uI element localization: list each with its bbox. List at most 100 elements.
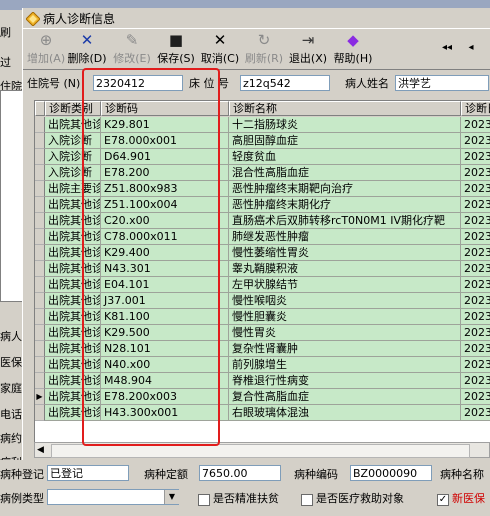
- row-indicator[interactable]: [35, 133, 45, 149]
- cell-diagnosis-code[interactable]: Z51.100x004: [101, 197, 229, 213]
- table-row[interactable]: 出院其他诊J37.001慢性喉咽炎2023.: [35, 293, 490, 309]
- cell-diagnosis-category[interactable]: 出院主要诊: [45, 181, 101, 197]
- row-indicator[interactable]: [35, 213, 45, 229]
- horizontal-scrollbar[interactable]: ◀: [34, 442, 490, 458]
- cell-diagnosis-code[interactable]: K29.500: [101, 325, 229, 341]
- cell-diagnosis-date[interactable]: 2023.: [461, 229, 490, 245]
- cell-diagnosis-date[interactable]: 2023.: [461, 197, 490, 213]
- cell-diagnosis-category[interactable]: 出院其他诊: [45, 357, 101, 373]
- cell-diagnosis-date[interactable]: 2023.: [461, 261, 490, 277]
- row-indicator[interactable]: [35, 357, 45, 373]
- cell-diagnosis-name[interactable]: 慢性胃炎: [229, 325, 461, 341]
- table-row[interactable]: 出院其他诊C20.x00直肠癌术后双肺转移rcT0N0M1 IV期化疗靶2023…: [35, 213, 490, 229]
- cell-diagnosis-name[interactable]: 左甲状腺结节: [229, 277, 461, 293]
- row-indicator[interactable]: [35, 261, 45, 277]
- cell-diagnosis-date[interactable]: 2023.: [461, 165, 490, 181]
- table-row[interactable]: 出院其他诊K29.801十二指肠球炎2023.: [35, 117, 490, 133]
- row-indicator[interactable]: [35, 293, 45, 309]
- row-indicator[interactable]: [35, 181, 45, 197]
- cell-diagnosis-category[interactable]: 出院其他诊: [45, 277, 101, 293]
- table-row[interactable]: 出院其他诊Z51.100x004恶性肿瘤终末期化疗2023.: [35, 197, 490, 213]
- cell-diagnosis-name[interactable]: 肺继发恶性肿瘤: [229, 229, 461, 245]
- diagnosis-grid[interactable]: 诊断类别 诊断码 诊断名称 诊断日 出院其他诊K29.801十二指肠球炎2023…: [34, 100, 490, 444]
- disease-reg-field[interactable]: 已登记: [47, 465, 129, 481]
- row-indicator[interactable]: [35, 277, 45, 293]
- cell-diagnosis-category[interactable]: 出院其他诊: [45, 325, 101, 341]
- header-diagnosis-name[interactable]: 诊断名称: [229, 101, 461, 116]
- header-diagnosis-category[interactable]: 诊断类别: [45, 101, 101, 116]
- cell-diagnosis-name[interactable]: 慢性萎缩性胃炎: [229, 245, 461, 261]
- cell-diagnosis-date[interactable]: 2023.: [461, 181, 490, 197]
- cell-diagnosis-code[interactable]: K29.801: [101, 117, 229, 133]
- cell-diagnosis-category[interactable]: 出院其他诊: [45, 213, 101, 229]
- cell-diagnosis-code[interactable]: C78.000x011: [101, 229, 229, 245]
- case-type-select[interactable]: [47, 489, 179, 505]
- cell-diagnosis-code[interactable]: D64.901: [101, 149, 229, 165]
- cell-diagnosis-category[interactable]: 出院其他诊: [45, 405, 101, 421]
- edit-button[interactable]: ✎ 修改(E): [111, 31, 153, 67]
- row-indicator[interactable]: [35, 309, 45, 325]
- header-diagnosis-code[interactable]: 诊断码: [101, 101, 229, 116]
- cell-diagnosis-name[interactable]: 睾丸鞘膜积液: [229, 261, 461, 277]
- cancel-button[interactable]: ✕ 取消(C): [199, 31, 241, 67]
- table-row[interactable]: 出院主要诊Z51.800x983恶性肿瘤终末期靶向治疗2023.: [35, 181, 490, 197]
- table-row[interactable]: 出院其他诊K29.500慢性胃炎2023.: [35, 325, 490, 341]
- cell-diagnosis-name[interactable]: 右眼玻璃体混浊: [229, 405, 461, 421]
- cell-diagnosis-name[interactable]: 十二指肠球炎: [229, 117, 461, 133]
- cell-diagnosis-name[interactable]: 恶性肿瘤终末期化疗: [229, 197, 461, 213]
- first-record-button[interactable]: ◂◂: [437, 39, 457, 75]
- add-button[interactable]: ⊕ 增加(A): [27, 31, 65, 67]
- cell-diagnosis-date[interactable]: 2023.: [461, 277, 490, 293]
- cell-diagnosis-code[interactable]: E78.200: [101, 165, 229, 181]
- cell-diagnosis-category[interactable]: 入院诊断: [45, 149, 101, 165]
- refresh-button[interactable]: ↻ 刷新(R): [243, 31, 285, 67]
- table-row[interactable]: 出院其他诊K29.400慢性萎缩性胃炎2023.: [35, 245, 490, 261]
- cell-diagnosis-name[interactable]: 慢性胆囊炎: [229, 309, 461, 325]
- cell-diagnosis-code[interactable]: J37.001: [101, 293, 229, 309]
- cell-diagnosis-category[interactable]: 出院其他诊: [45, 293, 101, 309]
- cell-diagnosis-date[interactable]: 2023.: [461, 245, 490, 261]
- cell-diagnosis-date[interactable]: 2023.: [461, 325, 490, 341]
- patient-name-field[interactable]: 洪学艺: [395, 75, 489, 91]
- cell-diagnosis-date[interactable]: 2023.: [461, 357, 490, 373]
- table-row[interactable]: 入院诊断D64.901轻度贫血2023.: [35, 149, 490, 165]
- cell-diagnosis-name[interactable]: 复杂性肾囊肿: [229, 341, 461, 357]
- disease-quota-field[interactable]: 7650.00: [199, 465, 281, 481]
- cell-diagnosis-code[interactable]: K81.100: [101, 309, 229, 325]
- cell-diagnosis-name[interactable]: 高胆固醇血症: [229, 133, 461, 149]
- cell-diagnosis-name[interactable]: 恶性肿瘤终末期靶向治疗: [229, 181, 461, 197]
- row-indicator[interactable]: [35, 325, 45, 341]
- cell-diagnosis-code[interactable]: N43.301: [101, 261, 229, 277]
- cell-diagnosis-name[interactable]: 前列腺增生: [229, 357, 461, 373]
- cell-diagnosis-code[interactable]: H43.300x001: [101, 405, 229, 421]
- scrollbar-thumb[interactable]: [51, 444, 470, 458]
- medical-aid-checkbox[interactable]: [301, 494, 313, 506]
- row-indicator[interactable]: [35, 117, 45, 133]
- row-indicator[interactable]: [35, 373, 45, 389]
- bed-no-field[interactable]: z12q542: [240, 75, 330, 91]
- cell-diagnosis-code[interactable]: K29.400: [101, 245, 229, 261]
- parent-list-panel[interactable]: [0, 90, 23, 302]
- cell-diagnosis-date[interactable]: 2023.: [461, 373, 490, 389]
- cell-diagnosis-category[interactable]: 出院其他诊: [45, 117, 101, 133]
- cell-diagnosis-category[interactable]: 入院诊断: [45, 133, 101, 149]
- cell-diagnosis-category[interactable]: 入院诊断: [45, 165, 101, 181]
- cell-diagnosis-code[interactable]: N40.x00: [101, 357, 229, 373]
- scroll-left-arrow-icon[interactable]: ◀: [37, 443, 44, 457]
- row-indicator[interactable]: [35, 229, 45, 245]
- cell-diagnosis-date[interactable]: 2023.: [461, 293, 490, 309]
- table-row[interactable]: 出院其他诊N28.101复杂性肾囊肿2023.: [35, 341, 490, 357]
- new-insurance-checkbox[interactable]: ✓: [437, 494, 449, 506]
- help-button[interactable]: ◆ 帮助(H): [331, 31, 375, 67]
- prev-record-button[interactable]: ◂: [461, 39, 481, 75]
- cell-diagnosis-category[interactable]: 出院其他诊: [45, 261, 101, 277]
- row-indicator[interactable]: [35, 165, 45, 181]
- cell-diagnosis-code[interactable]: E04.101: [101, 277, 229, 293]
- chevron-down-icon[interactable]: ▼: [164, 490, 179, 504]
- cell-diagnosis-name[interactable]: 脊椎退行性病变: [229, 373, 461, 389]
- cell-diagnosis-date[interactable]: 2023.: [461, 389, 490, 405]
- table-row[interactable]: 出院其他诊H43.300x001右眼玻璃体混浊2023.: [35, 405, 490, 421]
- cell-diagnosis-name[interactable]: 慢性喉咽炎: [229, 293, 461, 309]
- cell-diagnosis-date[interactable]: 2023.: [461, 117, 490, 133]
- cell-diagnosis-code[interactable]: M48.904: [101, 373, 229, 389]
